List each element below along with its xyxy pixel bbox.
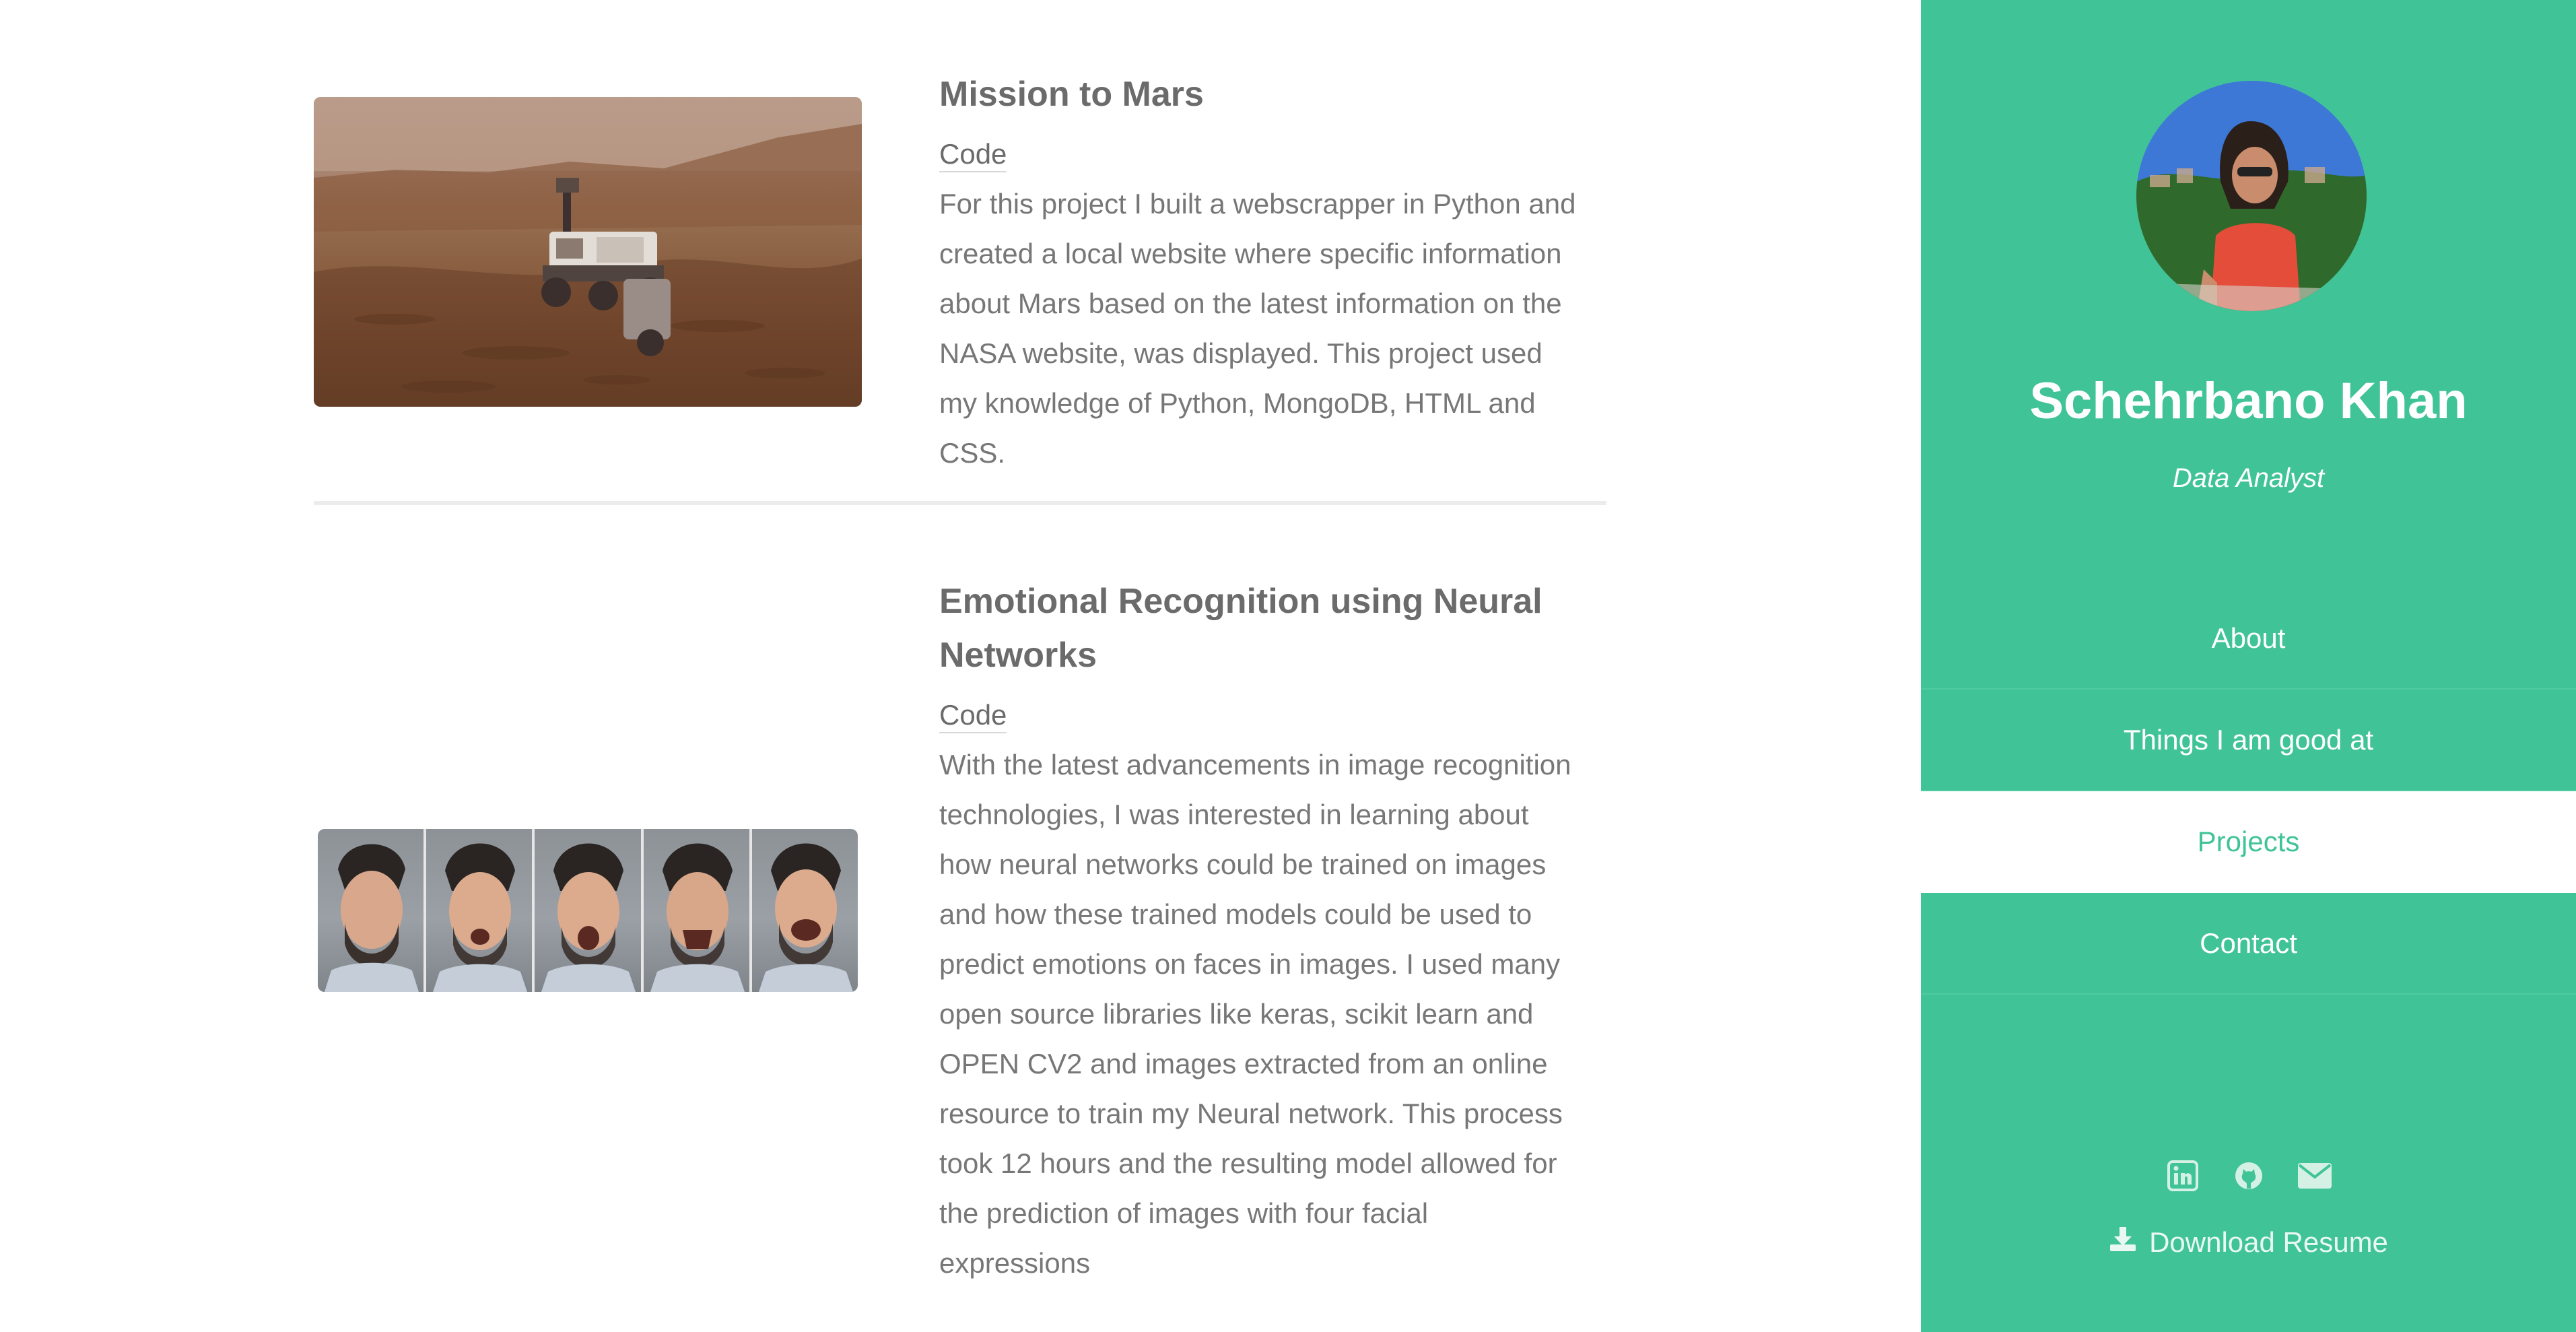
code-link[interactable]: Code (939, 137, 1007, 172)
project-description: For this project I built a webscrapper i… (939, 188, 1576, 469)
nav-item-contact[interactable]: Contact (1921, 893, 2576, 995)
nav-item-skills[interactable]: Things I am good at (1921, 690, 2576, 791)
download-resume-button[interactable]: Download Resume (1921, 1226, 2576, 1259)
face-photo (535, 829, 641, 992)
sidebar: Schehrbano Khan Data Analyst About Thing… (1921, 0, 2576, 1332)
project-title: Mission to Mars (939, 75, 1204, 114)
face-photo (318, 829, 424, 992)
profile-name: Schehrbano Khan (2029, 372, 2468, 430)
project-title: Emotional Recognition using Neural Netwo… (939, 582, 1543, 675)
project-text: Mission to Mars Code For this project I … (939, 67, 1586, 478)
nav-item-projects[interactable]: Projects (1921, 791, 2576, 893)
facial-expressions-image (318, 829, 858, 992)
main-content: Mission to Mars Code For this project I … (0, 0, 1921, 1332)
face-photo (751, 829, 858, 992)
face-photo (643, 829, 749, 992)
profile-role: Data Analyst (2172, 463, 2325, 493)
mars-rover-image (314, 97, 862, 407)
social-links (1921, 1158, 2576, 1193)
github-icon[interactable] (2231, 1158, 2266, 1193)
nav-item-about[interactable]: About (1921, 588, 2576, 690)
code-link[interactable]: Code (939, 698, 1007, 733)
download-resume-label: Download Resume (2149, 1226, 2388, 1258)
face-photo (426, 829, 533, 992)
avatar (2136, 81, 2367, 311)
sidebar-nav: About Things I am good at Projects Conta… (1921, 588, 2576, 995)
section-divider (314, 501, 1606, 505)
envelope-icon[interactable] (2297, 1158, 2332, 1193)
linkedin-icon[interactable] (2165, 1158, 2200, 1193)
project-description: With the latest advancements in image re… (939, 749, 1571, 1279)
download-icon (2109, 1226, 2137, 1259)
project-text: Emotional Recognition using Neural Netwo… (939, 574, 1586, 1288)
